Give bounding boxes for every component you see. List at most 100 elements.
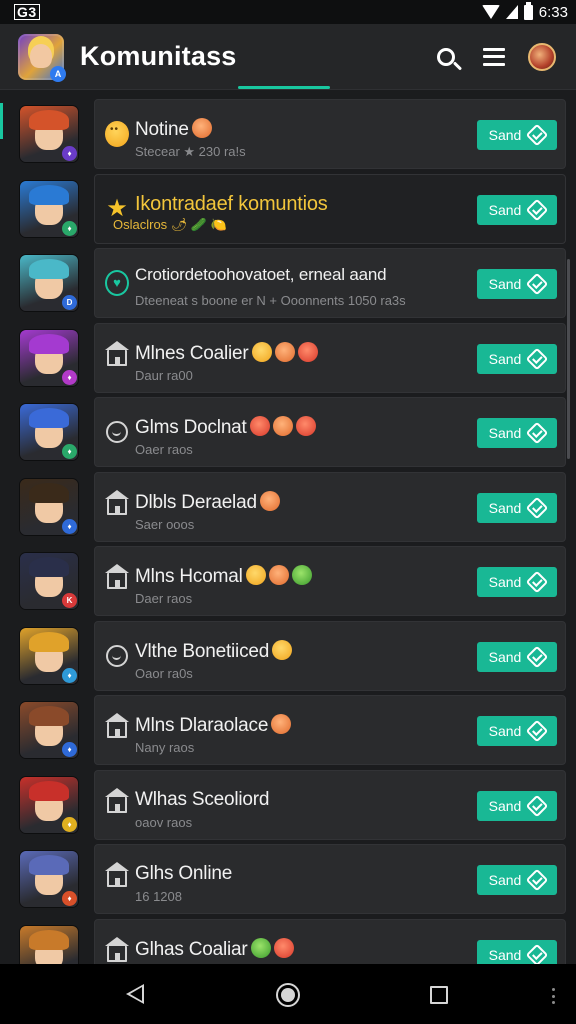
community-meta: Oaor ra0s xyxy=(135,665,193,681)
community-card[interactable]: Mlns Dlaraolace Nany raos Sand xyxy=(94,695,566,765)
community-card[interactable]: ♥ Crotiordetoohovatoet, erneal aand Dteene… xyxy=(94,248,566,318)
community-meta: Stecear ★ 230 ra!s xyxy=(135,144,246,159)
clock: 6:33 xyxy=(538,3,568,21)
emoji-icon xyxy=(191,118,212,138)
community-avatar[interactable]: D xyxy=(20,255,78,311)
community-list[interactable]: ♦ Notine Stecear ★ 230 ra!s Sand ♦ ★Ikontrada… xyxy=(0,91,576,964)
send-button[interactable]: Sand xyxy=(477,194,557,225)
community-card[interactable]: Mlns Hcomal Daer raos Sand xyxy=(94,546,566,616)
community-avatar[interactable]: ♦ xyxy=(20,627,78,684)
lead-icon xyxy=(105,787,129,817)
send-button[interactable]: Sand xyxy=(477,269,557,299)
list-item[interactable]: ♦ Vlthe Bonetiiced Oaor ra0s Sand xyxy=(0,619,576,693)
list-item[interactable]: ♦ ★ Ikontradaef komuntios Oslaclros 🌶 🥒 🍋 Sa… xyxy=(0,172,576,246)
send-button-label: Sand xyxy=(488,425,522,441)
send-button-label: Sand xyxy=(488,648,522,665)
send-button[interactable]: Sand xyxy=(477,120,557,150)
community-name: Ikontradaef komuntios xyxy=(135,193,328,216)
community-name: Glhs Online xyxy=(135,863,232,885)
send-button[interactable]: Sand xyxy=(477,641,557,672)
emoji-icon xyxy=(274,341,295,362)
send-button[interactable]: Sand xyxy=(477,939,557,964)
more-icon[interactable] xyxy=(552,988,555,1004)
emoji-icon xyxy=(251,341,272,362)
home-icon[interactable] xyxy=(276,983,300,1007)
list-item[interactable]: D ♥ Crotiordetoohovatoet, erneal aand Dteen… xyxy=(0,246,576,320)
community-avatar[interactable]: ♦ xyxy=(20,106,78,162)
community-card[interactable]: Mlnes Coalier Daur ra00 Sand xyxy=(94,322,566,393)
community-card[interactable]: Vlthe Bonetiiced Oaor ra0s Sand xyxy=(94,620,566,691)
send-button[interactable]: Sand xyxy=(477,567,557,597)
list-item[interactable]: K Mlns Hcomal Daer raos Sand xyxy=(0,544,576,618)
send-button-label: Sand xyxy=(488,723,522,739)
emoji-icon xyxy=(297,341,318,362)
list-item[interactable]: ♦ Mlnes Coalier Daur ra00 Sand xyxy=(0,321,576,395)
community-avatar[interactable]: K xyxy=(20,553,78,609)
community-card[interactable]: Glms Doclnat Oaer raos Sand xyxy=(94,397,566,467)
send-icon xyxy=(526,272,549,296)
lead-icon xyxy=(105,121,129,147)
emoji-icon xyxy=(271,714,292,734)
community-name: Vlthe Bonetiiced xyxy=(135,639,293,663)
list-item[interactable]: ♦ Mlns Dlaraolace Nany raos Sand xyxy=(0,693,576,767)
app-title: Komunitass xyxy=(80,41,237,71)
community-card[interactable]: Dlbls Deraelad Saer ooos Sand xyxy=(94,471,566,542)
navigation-bar xyxy=(0,964,576,1024)
recent-apps-icon[interactable] xyxy=(430,986,448,1004)
list-item[interactable]: ♦ Notine Stecear ★ 230 ra!s Sand xyxy=(0,97,576,171)
status-icons: 6:33 xyxy=(481,1,568,21)
community-card[interactable]: ★ Ikontradaef komuntios Oslaclros 🌶 🥒 🍋 San… xyxy=(94,173,566,244)
heart-icon: ♥ xyxy=(105,270,129,296)
list-item[interactable]: ♦ Glhs Online 16 1208 Sand xyxy=(0,842,576,916)
home-icon xyxy=(105,862,129,887)
profile-button[interactable] xyxy=(522,37,562,77)
send-icon xyxy=(526,496,549,519)
community-card[interactable]: Glhs Online 16 1208 Sand xyxy=(94,844,566,914)
menu-button[interactable] xyxy=(474,37,514,77)
community-avatar[interactable]: ♦ xyxy=(20,702,78,758)
back-icon[interactable] xyxy=(126,984,144,1004)
lead-icon xyxy=(105,420,129,444)
send-button[interactable]: Sand xyxy=(477,865,557,895)
community-name-text: Notine xyxy=(135,119,189,140)
list-item[interactable]: ♦ Glms Doclnat Oaer raos Sand xyxy=(0,395,576,469)
menu-icon xyxy=(483,47,505,66)
community-name: Mlns Hcomal xyxy=(135,565,312,588)
app-logo[interactable]: A xyxy=(18,33,66,82)
list-item[interactable]: ♦ Dlbls Deraelad Saer ooos Sand xyxy=(0,470,576,544)
send-button[interactable]: Sand xyxy=(477,492,557,523)
community-meta: Dteeneat s boone er N + Ooonnents 1050 r… xyxy=(135,293,406,308)
community-card[interactable]: Wlhas Sceoliord oaov raos Sand xyxy=(94,769,566,840)
community-avatar[interactable]: ♦ xyxy=(20,180,78,237)
community-avatar[interactable]: ♦ xyxy=(20,851,78,907)
search-button[interactable] xyxy=(426,37,466,77)
send-icon xyxy=(526,123,549,147)
community-name-text: Wlhas Sceoliord xyxy=(135,788,270,810)
app-logo-badge: A xyxy=(50,65,66,82)
send-button[interactable]: Sand xyxy=(477,343,557,374)
smile-icon xyxy=(106,421,128,443)
send-button-label: Sand xyxy=(488,350,522,367)
community-name-text: Glhs Online xyxy=(135,863,233,884)
send-icon xyxy=(526,347,549,370)
community-name: Mlns Dlaraolace xyxy=(135,714,292,737)
send-button[interactable]: Sand xyxy=(477,790,557,821)
community-card[interactable]: Notine Stecear ★ 230 ra!s Sand xyxy=(94,99,566,169)
send-button[interactable]: Sand xyxy=(477,716,557,746)
lead-icon xyxy=(105,564,129,593)
list-item[interactable]: ♦ Wlhas Sceoliord oaov raos Sand xyxy=(0,768,576,842)
send-icon xyxy=(526,570,549,594)
tab-indicator xyxy=(238,86,330,89)
community-avatar[interactable]: ♦ xyxy=(20,404,78,460)
community-avatar[interactable]: ♦ xyxy=(20,776,78,833)
community-avatar[interactable]: ♦ xyxy=(20,329,78,386)
lead-icon xyxy=(105,489,129,519)
send-button-label: Sand xyxy=(488,872,522,888)
community-avatar[interactable]: ♦ xyxy=(20,478,78,535)
send-button[interactable]: Sand xyxy=(477,418,557,448)
list-item[interactable]: ♦ Glhas Coaliar Sand xyxy=(0,917,576,964)
community-name-text: Dlbls Deraelad xyxy=(135,491,257,513)
community-avatar[interactable]: ♦ xyxy=(20,925,78,964)
community-card[interactable]: Glhas Coaliar Sand xyxy=(94,918,566,964)
community-name: Notine xyxy=(135,118,212,141)
